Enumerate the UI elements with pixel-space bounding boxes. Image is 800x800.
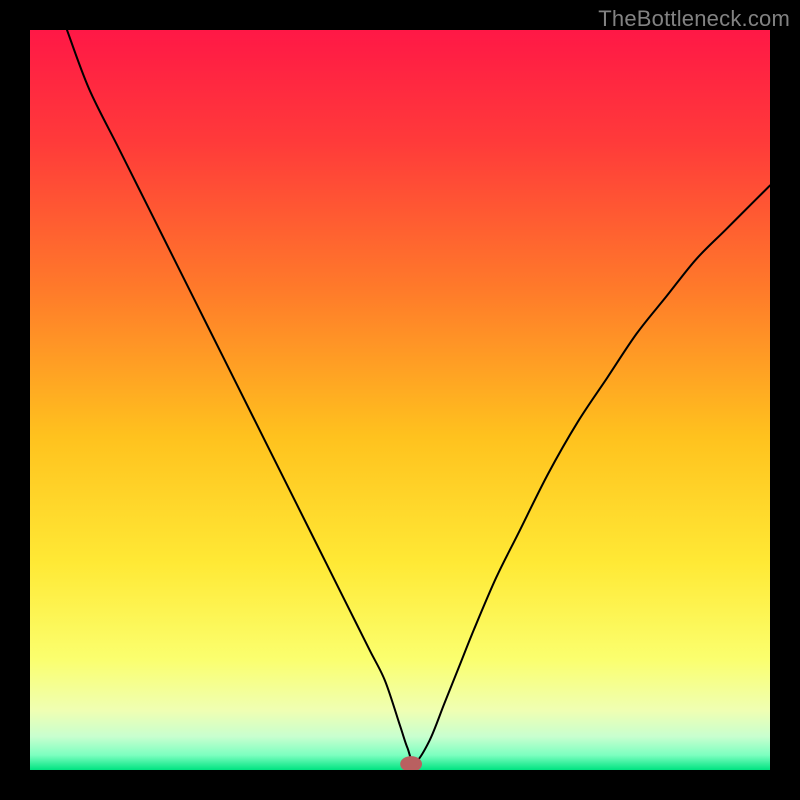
outer-frame: TheBottleneck.com	[0, 0, 800, 800]
watermark-text: TheBottleneck.com	[598, 6, 790, 32]
optimum-marker-icon	[401, 757, 422, 770]
chart-svg	[30, 30, 770, 770]
plot-area	[30, 30, 770, 770]
gradient-panel	[30, 30, 770, 770]
